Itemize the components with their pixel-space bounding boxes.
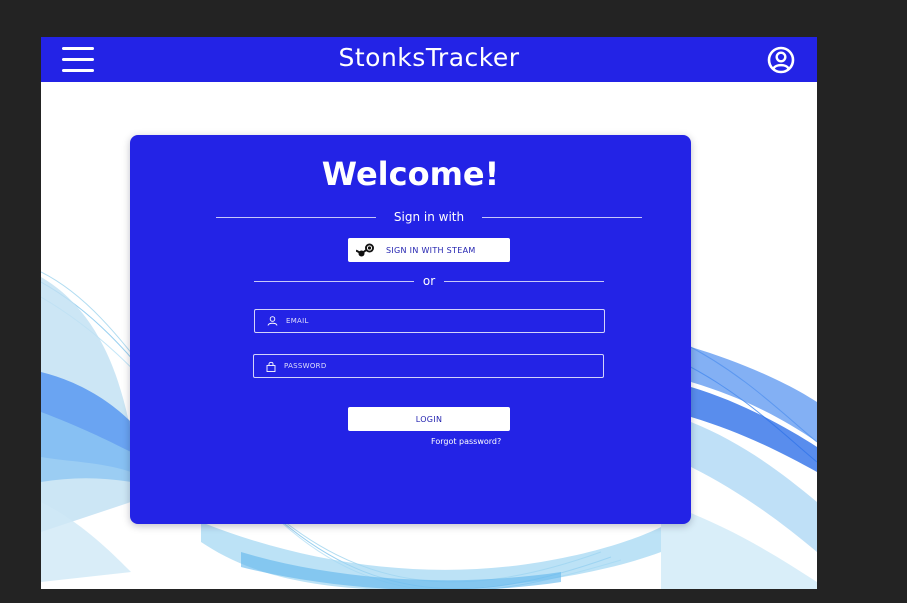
divider-right <box>482 217 642 218</box>
login-card: Welcome! Sign in with SIGN IN WITH STEAM… <box>130 135 691 524</box>
password-placeholder: PASSWORD <box>284 362 327 370</box>
app-window: StonksTracker Welcome! Sign in with SIGN… <box>41 37 817 589</box>
user-icon <box>267 316 278 326</box>
forgot-password-link[interactable]: Forgot password? <box>431 437 501 446</box>
steam-button-label: SIGN IN WITH STEAM <box>386 245 476 255</box>
sign-in-with-label: Sign in with <box>393 210 465 224</box>
email-placeholder: EMAIL <box>286 317 309 325</box>
login-button[interactable]: LOGIN <box>348 407 510 431</box>
sign-in-with-steam-button[interactable]: SIGN IN WITH STEAM <box>348 238 510 262</box>
user-circle-icon[interactable] <box>767 46 795 74</box>
or-divider-left <box>254 281 414 282</box>
app-title: StonksTracker <box>338 43 520 72</box>
email-field[interactable]: EMAIL <box>254 309 605 333</box>
divider-left <box>216 217 376 218</box>
top-navbar: StonksTracker <box>41 37 817 82</box>
welcome-heading: Welcome! <box>321 155 500 193</box>
steam-logo-icon <box>356 243 374 257</box>
or-divider-right <box>444 281 604 282</box>
or-label: or <box>422 274 436 288</box>
password-field[interactable]: PASSWORD <box>253 354 604 378</box>
lock-icon <box>266 361 276 372</box>
